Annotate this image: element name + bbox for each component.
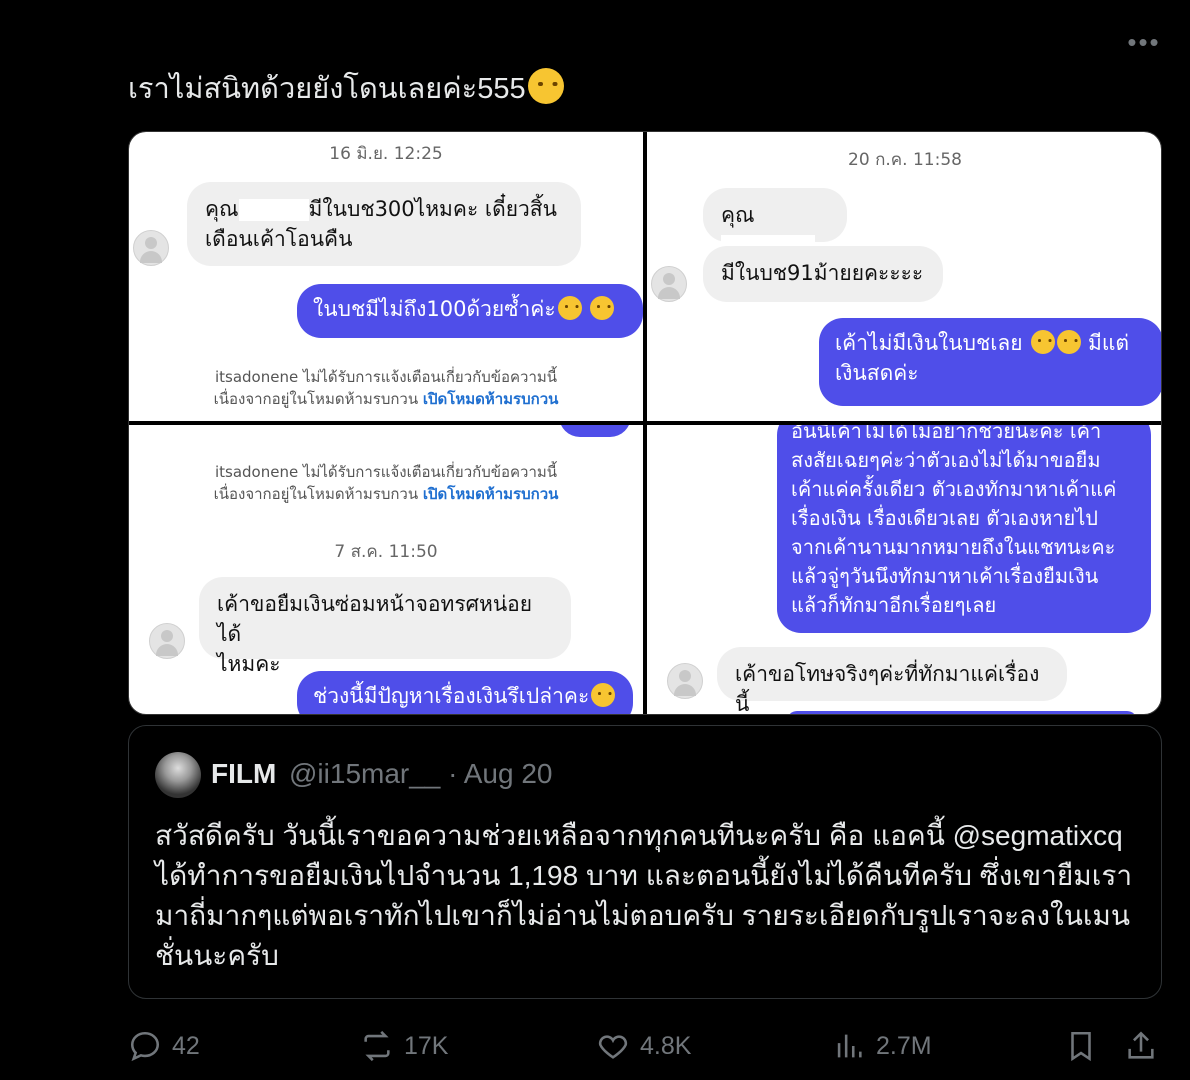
outgoing-message-partial [559, 425, 631, 437]
more-options-icon[interactable]: ••• [1124, 28, 1164, 56]
message-text: มีแต่ [1087, 331, 1129, 355]
sweat-smile-emoji-icon [591, 683, 616, 707]
message-line: จากเค้านานมากหมายถึงในแชทนะคะ [791, 535, 1116, 559]
avatar-icon [651, 266, 687, 302]
quote-text: สวัสดีครับ วันนี้เราขอความช่วยเหลือจากทุ… [155, 820, 1133, 971]
notice-line: itsadonene ไม่ได้รับการแจ้งเตือนเกี่ยวกั… [214, 368, 558, 386]
bookmark-button[interactable] [1064, 1026, 1108, 1066]
tweet-text-content: เราไม่สนิทด้วยยังโดนเลยค่ะ555 [128, 73, 526, 105]
message-line: เรื่องเงิน เรื่องเดียวเลย ตัวเองหายไป [791, 506, 1099, 530]
incoming-message: เค้าขอโทษจริงๆค่ะที่ทักมาแค่เรื่องนี้ [717, 647, 1067, 714]
tweet-media-grid[interactable]: 16 มิ.ย. 12:25 คุณ มีในบช300ไหมคะ เดี๋ยวส… [128, 131, 1162, 715]
message-timestamp: 7 ส.ค. 11:50 [334, 542, 438, 562]
incoming-message: คุณ [703, 188, 847, 257]
crying-emoji-icon [590, 296, 615, 320]
notice-line: itsadonene ไม่ได้รับการแจ้งเตือนเกี่ยวกั… [214, 463, 558, 481]
incoming-message: เค้าขอยืมเงินซ่อมหน้าจอทรศหน่อยได้ ไหมคะ [199, 577, 571, 676]
pleading-emoji-icon [1031, 330, 1056, 354]
bookmark-icon [1071, 1031, 1091, 1062]
notice-line: เนื่องจากอยู่ในโหมดห้ามรบกวน [213, 390, 419, 408]
outgoing-message: เค้าไม่มีเงินในบชเลย มีแต่ เงินสดค่ะ [819, 318, 1161, 406]
message-text: ไหมคะ [217, 652, 281, 676]
message-text: มีในบช300ไหมคะ เดี๋ยวสิ้น [308, 197, 557, 221]
quote-author-name[interactable]: FILM [211, 758, 276, 790]
avatar-icon [667, 663, 703, 699]
heart-icon [598, 1035, 628, 1059]
message-timestamp: 16 มิ.ย. 12:25 [329, 144, 443, 164]
reply-icon [130, 1031, 160, 1062]
share-icon [1128, 1031, 1154, 1059]
repost-icon [364, 1030, 390, 1062]
quote-author-handle[interactable]: @ii15mar__ · Aug 20 [289, 758, 552, 790]
views-count: 2.7M [876, 1031, 932, 1060]
share-button[interactable] [1124, 1026, 1168, 1066]
outgoing-message: ในบชมีไม่ถึง100ด้วยซ้ำค่ะ [297, 284, 643, 338]
message-text: คุณ [721, 203, 755, 227]
incoming-message: มีในบช91ม้ายยคะะะะ [703, 246, 943, 302]
screenshot-panel-1[interactable]: 16 มิ.ย. 12:25 คุณ มีในบช300ไหมคะ เดี๋ยวส… [129, 132, 643, 421]
like-button[interactable]: 4.8K [596, 1026, 691, 1066]
message-text: ช่วงนี้มีปัญหาเรื่องเงินรึเปล่าคะ [313, 684, 590, 708]
pleading-emoji-icon [1057, 330, 1082, 354]
message-text: เงินสดค่ะ [835, 361, 919, 385]
message-line: อันนี้เค้าไม่ได้ไม่อยากช่วยนะคะ เค้า [791, 425, 1102, 443]
tweet-text: เราไม่สนิทด้วยยังโดนเลยค่ะ555 [128, 68, 564, 109]
message-text: เค้าขอโทษจริงๆค่ะที่ทักมาแค่เรื่องนี้ [735, 662, 1040, 715]
quoted-tweet[interactable]: FILM @ii15mar__ · Aug 20 สวัสดีครับ วันน… [128, 725, 1162, 999]
crying-face-emoji-icon [527, 68, 564, 104]
repost-count: 17K [404, 1031, 449, 1060]
message-timestamp: 20 ก.ค. 11:58 [848, 150, 962, 170]
message-text: ในบชมีไม่ถึง100ด้วยซ้ำค่ะ [313, 297, 556, 321]
message-text: เค้าขอยืมเงินซ่อมหน้าจอทรศหน่อยได้ [217, 592, 533, 646]
outgoing-message: อันนี้เค้าไม่ได้ไม่อยากช่วยนะคะ เค้า สงส… [777, 425, 1151, 633]
tweet-actions-bar: 42 17K 4.8K 2.7M [128, 1020, 1162, 1070]
like-count: 4.8K [640, 1031, 692, 1060]
message-line: แล้วจู่ๆวันนึงทักมาหาเค้าเรื่องยืมเงิน [791, 564, 1099, 588]
screenshot-panel-2[interactable]: 20 ก.ค. 11:58 คุณ มีในบช91ม้ายยคะะะะ เค้… [647, 132, 1161, 421]
views-chart-icon [837, 1034, 862, 1058]
outgoing-message: ช่วงนี้มีปัญหาเรื่องเงินรึเปล่าคะ [297, 671, 633, 714]
message-text: คุณ [205, 197, 239, 221]
incoming-message: คุณ มีในบช300ไหมคะ เดี๋ยวสิ้น เดือนเค้าโอ… [187, 182, 581, 266]
repost-button[interactable]: 17K [360, 1026, 448, 1066]
reply-button[interactable]: 42 [128, 1026, 200, 1066]
dnd-notice: itsadonene ไม่ได้รับการแจ้งเตือนเกี่ยวกั… [129, 461, 643, 505]
crying-emoji-icon [557, 296, 582, 320]
outgoing-message-partial [787, 711, 1137, 714]
reply-count: 42 [172, 1031, 200, 1060]
dnd-notice: itsadonene ไม่ได้รับการแจ้งเตือนเกี่ยวกั… [129, 366, 643, 410]
quote-author-avatar[interactable] [155, 752, 201, 798]
screenshot-panel-4[interactable]: อันนี้เค้าไม่ได้ไม่อยากช่วยนะคะ เค้า สงส… [647, 425, 1161, 714]
message-line: สงสัยเฉยๆค่ะว่าตัวเองไม่ได้มาขอยืม [791, 448, 1101, 472]
views-button[interactable]: 2.7M [832, 1026, 932, 1066]
message-line: แล้วก็ทักมาอีกเรื่อยๆเลย [791, 593, 997, 617]
screenshot-panel-3[interactable]: itsadonene ไม่ได้รับการแจ้งเตือนเกี่ยวกั… [129, 425, 643, 714]
message-text: มีในบช91ม้ายยคะะะะ [721, 261, 924, 285]
message-line: เค้าแค่ครั้งเดียว ตัวเองทักมาหาเค้าแค่ [791, 477, 1117, 501]
avatar-icon [149, 623, 185, 659]
message-text: เค้าไม่มีเงินในบชเลย [835, 331, 1023, 355]
dnd-link[interactable]: เปิดโหมดห้ามรบกวน [423, 485, 559, 503]
redacted-name [238, 199, 309, 221]
notice-line: เนื่องจากอยู่ในโหมดห้ามรบกวน [213, 485, 419, 503]
message-text: เดือนเค้าโอนคืน [205, 227, 353, 251]
avatar-icon [133, 230, 169, 266]
dnd-link[interactable]: เปิดโหมดห้ามรบกวน [423, 390, 559, 408]
